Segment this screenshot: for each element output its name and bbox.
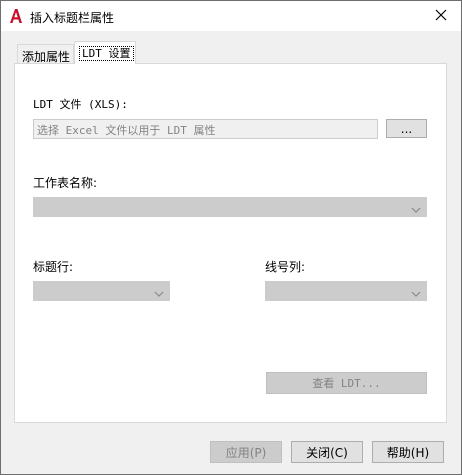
close-dialog-button-label: 关闭(C) — [306, 445, 348, 460]
ldt-file-placeholder: 选择 Excel 文件以用于 LDT 属性 — [37, 124, 216, 137]
help-button-label: 帮助(H) — [386, 445, 430, 460]
close-icon — [435, 9, 447, 24]
close-dialog-button[interactable]: 关闭(C) — [291, 441, 363, 463]
worksheet-label: 工作表名称: — [33, 176, 98, 190]
chevron-down-icon — [411, 203, 421, 213]
view-ldt-button-label: 查看 LDT... — [312, 377, 381, 390]
dialog-window: 插入标题栏属性 添加属性 LDT 设置 LDT 文件 (XLS): 选择 Exc… — [0, 0, 462, 475]
tab-add-attributes[interactable]: 添加属性 — [17, 44, 74, 65]
line-number-column-label: 线号列: — [265, 260, 306, 274]
help-button[interactable]: 帮助(H) — [372, 441, 444, 463]
apply-button-label: 应用(P) — [225, 445, 267, 460]
browse-button-label: ... — [400, 121, 413, 136]
line-number-column-select[interactable] — [265, 281, 427, 301]
browse-button[interactable]: ... — [386, 119, 427, 138]
tab-ldt-settings[interactable]: LDT 设置 — [74, 41, 136, 64]
title-row-select[interactable] — [33, 281, 170, 301]
chevron-down-icon — [411, 287, 421, 297]
ldt-file-label: LDT 文件 (XLS): — [33, 98, 128, 111]
close-button[interactable] — [421, 1, 461, 31]
ldt-file-input[interactable]: 选择 Excel 文件以用于 LDT 属性 — [33, 119, 378, 139]
tab-panel: LDT 文件 (XLS): 选择 Excel 文件以用于 LDT 属性 ... … — [14, 63, 447, 423]
worksheet-select[interactable] — [33, 197, 427, 217]
tab-label: 添加属性 — [22, 50, 71, 64]
title-row-label: 标题行: — [33, 260, 74, 274]
title-bar: 插入标题栏属性 — [1, 1, 461, 31]
apply-button[interactable]: 应用(P) — [210, 441, 282, 463]
tab-label: LDT 设置 — [79, 46, 134, 61]
autocad-logo-icon — [9, 8, 23, 24]
window-title: 插入标题栏属性 — [30, 11, 115, 25]
view-ldt-button[interactable]: 查看 LDT... — [266, 372, 427, 394]
chevron-down-icon — [154, 287, 164, 297]
